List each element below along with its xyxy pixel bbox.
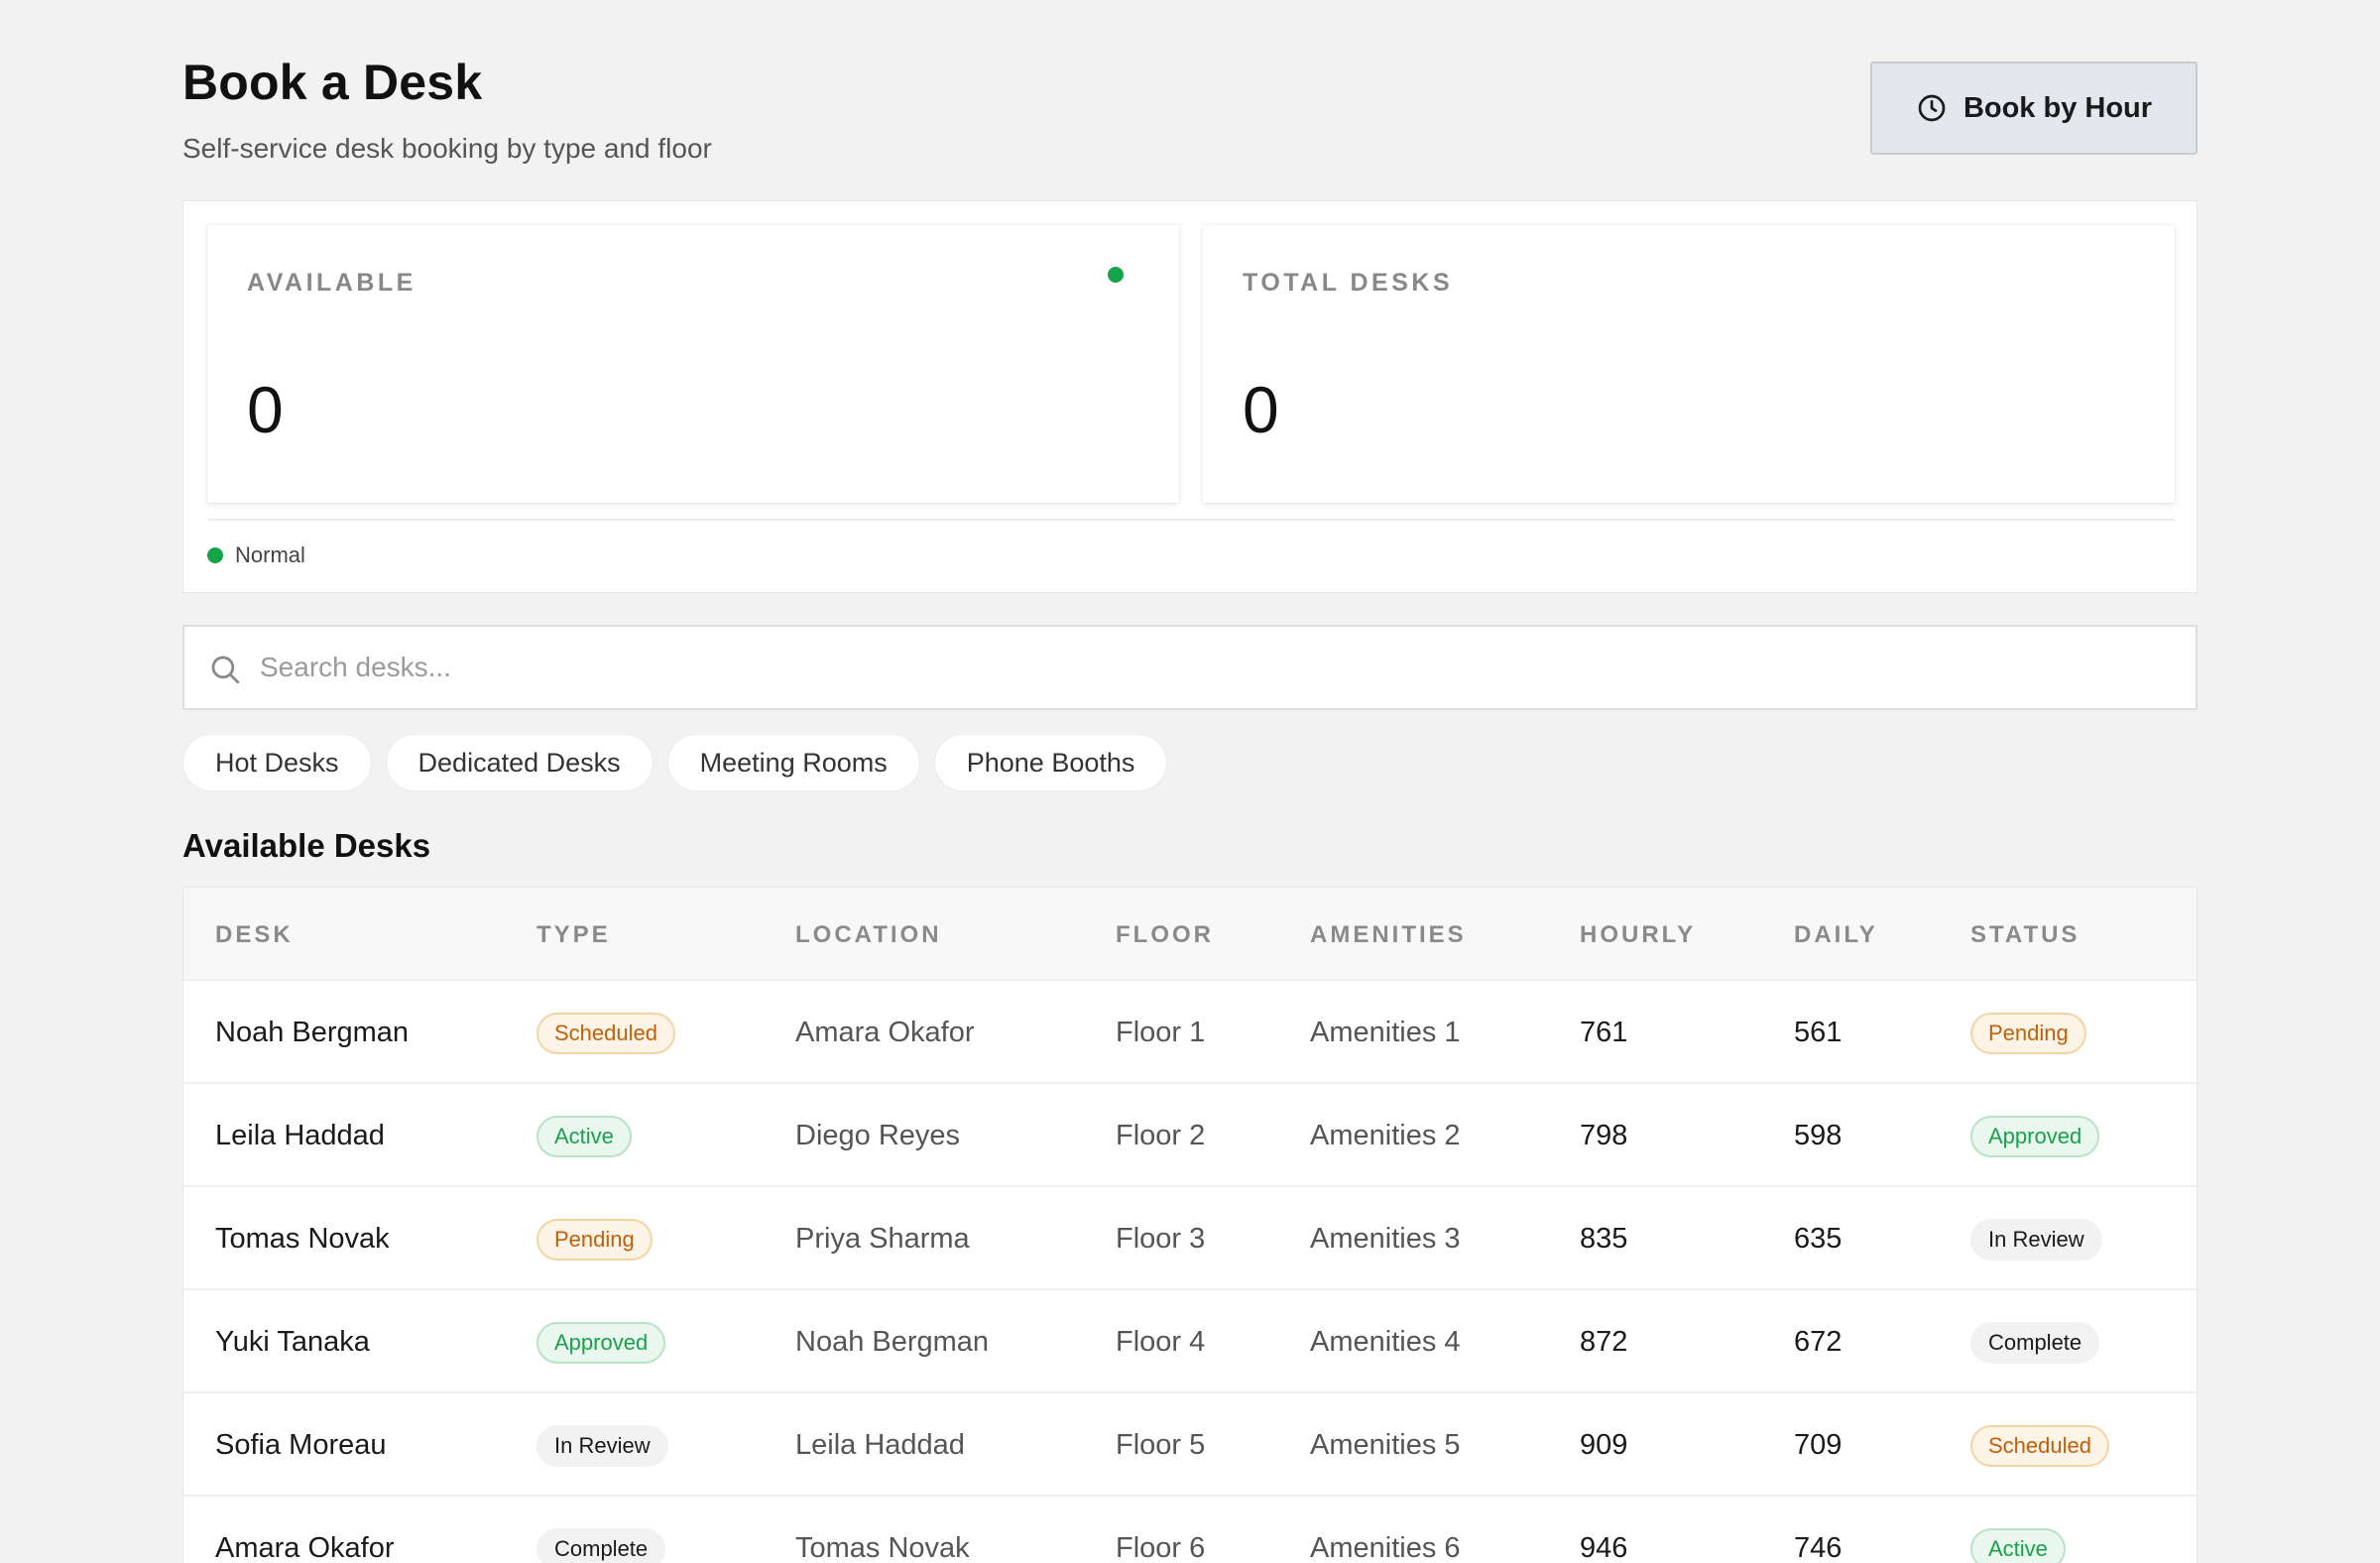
legend-label: Normal xyxy=(235,542,305,567)
daily-cell: 561 xyxy=(1794,1017,1843,1048)
hourly-cell: 872 xyxy=(1580,1326,1628,1358)
amenities-cell: Amenities 4 xyxy=(1310,1326,1461,1358)
column-header-type[interactable]: TYPE xyxy=(536,921,611,949)
table-row[interactable]: Tomas Novak Pending Priya Sharma Floor 3… xyxy=(183,1185,2197,1288)
section-title: Available Desks xyxy=(182,827,431,864)
table-row[interactable]: Yuki Tanaka Approved Noah Bergman Floor … xyxy=(183,1288,2197,1391)
table-row[interactable]: Noah Bergman Scheduled Amara Okafor Floo… xyxy=(183,979,2197,1082)
total-desks-stat-value: 0 xyxy=(1243,373,1279,446)
location-cell: Noah Bergman xyxy=(795,1326,990,1358)
search-icon xyxy=(211,656,240,684)
daily-cell: 635 xyxy=(1794,1223,1843,1255)
hourly-cell: 761 xyxy=(1580,1017,1628,1048)
status-badge: Complete xyxy=(1970,1322,2100,1364)
desks-table: DESK TYPE LOCATION FLOOR AMENITIES HOURL… xyxy=(182,887,2198,1563)
column-header-daily[interactable]: DAILY xyxy=(1794,921,1878,949)
column-header-amenities[interactable]: AMENITIES xyxy=(1310,921,1467,949)
amenities-cell: Amenities 2 xyxy=(1310,1120,1461,1151)
table-row[interactable]: Sofia Moreau In Review Leila Haddad Floo… xyxy=(183,1391,2197,1495)
total-desks-stat-card: TOTAL DESKS 0 xyxy=(1203,225,2175,503)
hourly-cell: 835 xyxy=(1580,1223,1628,1255)
total-desks-stat-label: TOTAL DESKS xyxy=(1243,269,1454,297)
column-header-floor[interactable]: FLOOR xyxy=(1116,921,1214,949)
status-badge: Scheduled xyxy=(1970,1425,2109,1467)
filter-hot-desks[interactable]: Hot Desks xyxy=(182,734,372,791)
type-badge: Scheduled xyxy=(536,1013,675,1054)
type-badge: In Review xyxy=(536,1425,668,1467)
page-subtitle: Self-service desk booking by type and fl… xyxy=(182,133,712,164)
amenities-cell: Amenities 1 xyxy=(1310,1017,1461,1048)
status-badge: Active xyxy=(1970,1528,2066,1563)
column-header-desk[interactable]: DESK xyxy=(215,921,294,949)
location-cell: Amara Okafor xyxy=(795,1017,975,1048)
filter-pills: Hot Desks Dedicated Desks Meeting Rooms … xyxy=(182,734,1168,791)
status-badge: In Review xyxy=(1970,1219,2102,1261)
stats-panel: AVAILABLE 0 TOTAL DESKS 0 Normal xyxy=(182,200,2198,593)
type-badge: Complete xyxy=(536,1528,666,1563)
daily-cell: 598 xyxy=(1794,1120,1843,1151)
daily-cell: 672 xyxy=(1794,1326,1843,1358)
status-legend: Normal xyxy=(207,542,305,568)
available-stat-value: 0 xyxy=(247,373,284,446)
table-header: DESK TYPE LOCATION FLOOR AMENITIES HOURL… xyxy=(183,888,2197,979)
location-cell: Tomas Novak xyxy=(795,1532,970,1563)
column-header-location[interactable]: LOCATION xyxy=(795,921,942,949)
status-badge: Approved xyxy=(1970,1116,2100,1157)
filter-dedicated-desks[interactable]: Dedicated Desks xyxy=(385,734,654,791)
floor-cell: Floor 5 xyxy=(1116,1429,1206,1461)
desk-name: Tomas Novak xyxy=(215,1223,390,1255)
filter-phone-booths[interactable]: Phone Booths xyxy=(933,734,1168,791)
hourly-cell: 798 xyxy=(1580,1120,1628,1151)
status-badge: Pending xyxy=(1970,1013,2086,1054)
amenities-cell: Amenities 3 xyxy=(1310,1223,1461,1255)
type-badge: Pending xyxy=(536,1219,653,1261)
hourly-cell: 909 xyxy=(1580,1429,1628,1461)
book-by-hour-label: Book by Hour xyxy=(1963,91,2153,124)
location-cell: Leila Haddad xyxy=(795,1429,965,1461)
hourly-cell: 946 xyxy=(1580,1532,1628,1563)
daily-cell: 746 xyxy=(1794,1532,1843,1563)
column-header-status[interactable]: STATUS xyxy=(1970,921,2080,949)
floor-cell: Floor 6 xyxy=(1116,1532,1206,1563)
location-cell: Priya Sharma xyxy=(795,1223,970,1255)
floor-cell: Floor 2 xyxy=(1116,1120,1206,1151)
desk-name: Amara Okafor xyxy=(215,1532,395,1563)
floor-cell: Floor 3 xyxy=(1116,1223,1206,1255)
amenities-cell: Amenities 5 xyxy=(1310,1429,1461,1461)
floor-cell: Floor 1 xyxy=(1116,1017,1206,1048)
column-header-hourly[interactable]: HOURLY xyxy=(1580,921,1696,949)
desk-name: Noah Bergman xyxy=(215,1017,410,1048)
available-status-dot xyxy=(1108,267,1124,283)
daily-cell: 709 xyxy=(1794,1429,1843,1461)
stats-divider xyxy=(207,519,2175,521)
desk-booking-page: Book a Desk Self-service desk booking by… xyxy=(0,0,2380,1563)
filter-meeting-rooms[interactable]: Meeting Rooms xyxy=(666,734,920,791)
available-stat-card: AVAILABLE 0 xyxy=(207,225,1179,503)
floor-cell: Floor 4 xyxy=(1116,1326,1206,1358)
legend-dot xyxy=(207,547,223,563)
type-badge: Active xyxy=(536,1116,632,1157)
table-row[interactable]: Leila Haddad Active Diego Reyes Floor 2 … xyxy=(183,1082,2197,1185)
available-stat-label: AVAILABLE xyxy=(247,269,416,297)
search-input[interactable] xyxy=(260,627,2144,708)
type-badge: Approved xyxy=(536,1322,666,1364)
page-title: Book a Desk xyxy=(182,55,483,110)
search-box xyxy=(182,625,2198,710)
location-cell: Diego Reyes xyxy=(795,1120,961,1151)
table-row[interactable]: Amara Okafor Complete Tomas Novak Floor … xyxy=(183,1495,2197,1563)
clock-icon xyxy=(1918,94,1946,122)
book-by-hour-button[interactable]: Book by Hour xyxy=(1870,61,2198,155)
amenities-cell: Amenities 6 xyxy=(1310,1532,1461,1563)
desk-name: Yuki Tanaka xyxy=(215,1326,370,1358)
desk-name: Sofia Moreau xyxy=(215,1429,387,1461)
desk-name: Leila Haddad xyxy=(215,1120,385,1151)
